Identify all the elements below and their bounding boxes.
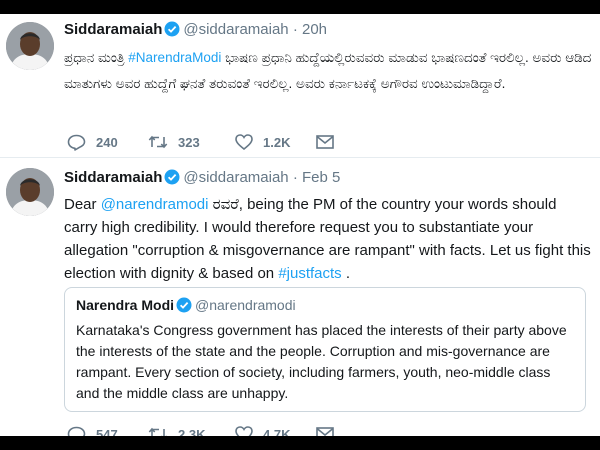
author-name[interactable]: Siddaramaiah <box>64 21 162 38</box>
quoted-author-name: Narendra Modi <box>76 297 175 313</box>
quoted-tweet[interactable]: Narendra Modi @narendramodi Karnataka's C… <box>64 287 586 412</box>
tweet-time[interactable]: Feb 5 <box>302 169 340 186</box>
author-name[interactable]: Siddaramaiah <box>64 169 162 186</box>
heart-icon <box>235 134 253 150</box>
verified-badge-icon <box>164 169 180 191</box>
tweet[interactable]: Siddaramaiah @siddaramaiah · 20h ಪ್ರಧಾನ ಮ… <box>0 14 600 158</box>
like-button[interactable]: 1.2K <box>235 132 290 152</box>
tweet-text: ಪ್ರಧಾನ ಮಂತ್ರಿ #NarendraModi ಭಾಷಣ ಪ್ರಧಾನಿ… <box>64 45 592 97</box>
avatar-portrait-icon <box>6 168 54 216</box>
author-handle[interactable]: @siddaramaiah <box>183 169 288 186</box>
reply-icon <box>67 134 86 151</box>
header-separator: · <box>288 21 302 38</box>
retweet-button[interactable]: 2.3K <box>148 424 205 436</box>
retweet-icon <box>148 427 167 436</box>
like-count: 4.7K <box>263 426 291 437</box>
like-count: 1.2K <box>263 134 291 150</box>
hashtag-link[interactable]: #NarendraModi <box>128 50 221 65</box>
envelope-icon <box>316 135 334 149</box>
tweet-time[interactable]: 20h <box>302 21 327 38</box>
author-handle[interactable]: @siddaramaiah <box>183 21 288 38</box>
tweet-text-part: Dear <box>64 196 101 213</box>
tweet-text-part: ಪ್ರಧಾನ ಮಂತ್ರಿ <box>64 50 129 65</box>
reply-icon <box>67 426 86 436</box>
direct-message-button[interactable] <box>316 424 344 436</box>
header-separator: · <box>288 169 302 186</box>
tweet[interactable]: Siddaramaiah @siddaramaiah · Feb 5 Dear @… <box>0 158 600 436</box>
retweet-count: 323 <box>178 134 200 150</box>
like-button[interactable]: 4.7K <box>235 424 290 436</box>
envelope-icon <box>316 427 334 436</box>
heart-icon <box>235 426 253 436</box>
avatar[interactable] <box>6 168 54 216</box>
reply-button[interactable]: 547 <box>67 424 118 436</box>
tweet-actions: 240 323 1.2K <box>64 132 600 152</box>
tweet-text-part: . <box>341 265 351 282</box>
reply-count: 240 <box>96 134 118 150</box>
quoted-tweet-text: Karnataka's Congress government has plac… <box>76 322 567 401</box>
verified-badge-icon <box>176 297 192 317</box>
tweet-header: Siddaramaiah @siddaramaiah · 20h <box>64 20 592 43</box>
retweet-icon <box>148 135 168 149</box>
quoted-tweet-header: Narendra Modi @narendramodi <box>76 296 574 317</box>
reply-button[interactable]: 240 <box>67 132 118 152</box>
mention-link[interactable]: @narendramodi <box>101 196 209 213</box>
tweet-actions: 547 2.3K 4.7K <box>64 424 600 436</box>
retweet-button[interactable]: 323 <box>148 132 200 152</box>
tweet-text: Dear @narendramodi ರವರೆ, being the PM of… <box>64 193 592 285</box>
timeline: Siddaramaiah @siddaramaiah · 20h ಪ್ರಧಾನ ಮ… <box>0 14 600 436</box>
avatar[interactable] <box>6 22 54 70</box>
quoted-author-handle: @narendramodi <box>195 297 296 313</box>
hashtag-link[interactable]: #justfacts <box>278 265 341 282</box>
reply-count: 547 <box>96 426 118 437</box>
verified-badge-icon <box>164 21 180 43</box>
tweet-header: Siddaramaiah @siddaramaiah · Feb 5 <box>64 168 592 191</box>
direct-message-button[interactable] <box>316 132 344 152</box>
avatar-portrait-icon <box>6 22 54 70</box>
retweet-count: 2.3K <box>178 426 206 437</box>
